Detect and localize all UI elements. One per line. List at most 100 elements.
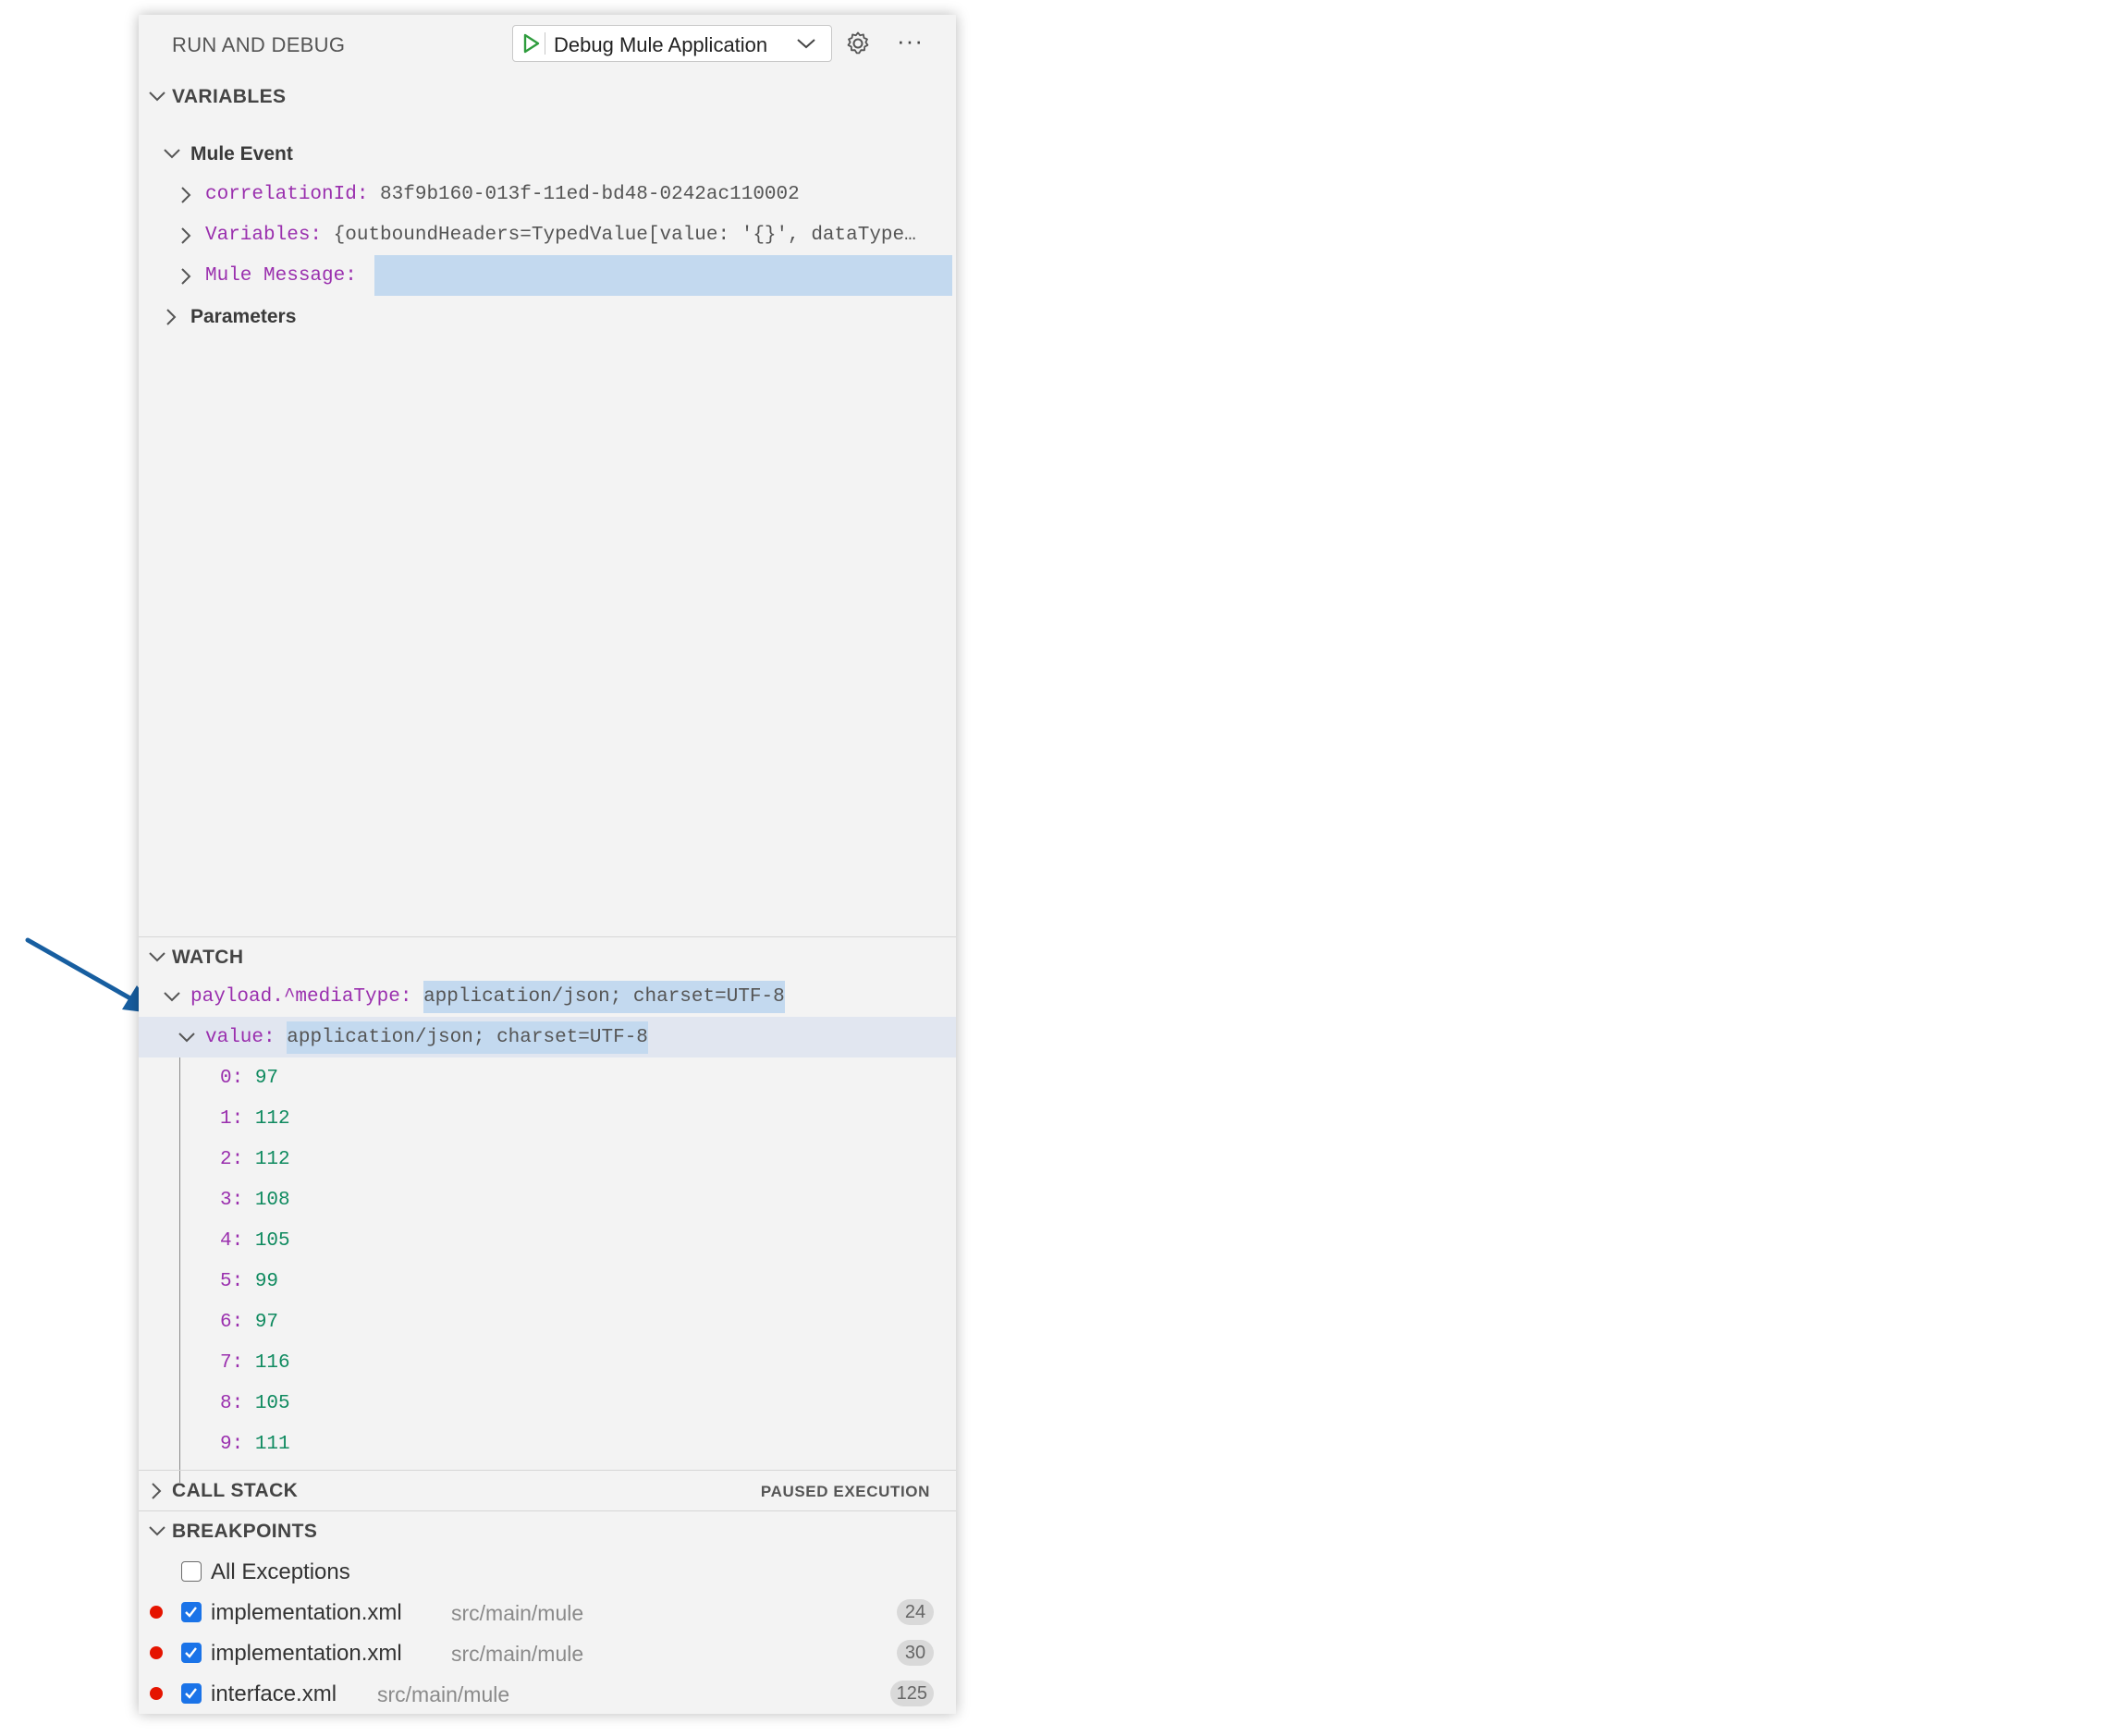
chevron-right-icon: [178, 267, 194, 290]
item-key: 7:: [220, 1352, 244, 1374]
section-divider: [139, 1470, 956, 1471]
chevron-down-icon: [148, 88, 166, 109]
tree-item-mule-event[interactable]: Mule Event: [139, 133, 956, 174]
item-value: 99: [254, 1271, 279, 1292]
item-value: 108: [254, 1190, 290, 1211]
mule-event-label: Mule Event: [190, 143, 293, 165]
watch-section-label: WATCH: [172, 947, 244, 968]
chevron-right-icon: [178, 226, 194, 250]
watch-value-node[interactable]: value: application/json; charset=UTF-8: [139, 1017, 956, 1057]
breakpoint-checkbox[interactable]: [181, 1643, 202, 1663]
breakpoint-line-badge: 125: [889, 1681, 934, 1706]
list-item[interactable]: 9: 111: [139, 1424, 956, 1464]
more-icon[interactable]: ···: [897, 29, 924, 53]
item-value: 116: [254, 1352, 290, 1374]
item-key: 3:: [220, 1190, 244, 1211]
breakpoint-dot-icon: [150, 1606, 163, 1619]
gear-icon[interactable]: [845, 31, 871, 61]
breakpoint-dot-icon: [150, 1646, 163, 1659]
list-item[interactable]: 8: 105: [139, 1383, 956, 1424]
item-value: 111: [254, 1434, 290, 1455]
breakpoint-item[interactable]: interface.xml src/main/mule 125: [139, 1673, 956, 1714]
chevron-right-icon: [178, 186, 194, 209]
list-item[interactable]: 2: 112: [139, 1139, 956, 1180]
breakpoint-item[interactable]: implementation.xml src/main/mule 30: [139, 1632, 956, 1673]
breakpoint-file: interface.xml: [211, 1681, 337, 1706]
breakpoint-checkbox[interactable]: [181, 1602, 202, 1622]
all-exceptions-checkbox[interactable]: [181, 1561, 202, 1582]
chevron-down-icon: [148, 1522, 166, 1544]
item-value: 112: [254, 1108, 290, 1130]
all-exceptions-item[interactable]: All Exceptions: [139, 1551, 956, 1592]
watch-value-value: application/json; charset=UTF-8: [287, 1021, 648, 1054]
item-value: 97: [254, 1312, 279, 1333]
chevron-down-icon: [178, 1029, 196, 1050]
chevron-down-icon[interactable]: [796, 35, 816, 56]
variable-key: correlationId:: [205, 184, 369, 205]
item-key: 6:: [220, 1312, 244, 1333]
tree-item-variables[interactable]: Variables: {outboundHeaders=TypedValue[v…: [139, 214, 956, 255]
play-icon[interactable]: [521, 32, 545, 55]
variables-section-label: VARIABLES: [172, 86, 287, 107]
list-item[interactable]: 1: 112: [139, 1098, 956, 1139]
panel-header: RUN AND DEBUG Debug Mule Application ···: [139, 15, 956, 72]
list-item[interactable]: 4: 105: [139, 1220, 956, 1261]
launch-config-dropdown[interactable]: Debug Mule Application: [512, 25, 832, 62]
chevron-right-icon: [163, 308, 179, 331]
breakpoint-path: src/main/mule: [451, 1642, 584, 1666]
launch-config-label: Debug Mule Application: [554, 33, 768, 56]
breakpoint-line-badge: 30: [897, 1640, 934, 1666]
tree-item-mule-message[interactable]: Mule Message:: [139, 255, 956, 296]
variable-value: 83f9b160-013f-11ed-bd48-0242ac110002: [380, 184, 800, 205]
item-key: 8:: [220, 1393, 244, 1414]
watch-value-key: value:: [205, 1027, 276, 1048]
watch-expression[interactable]: payload.^mediaType: application/json; ch…: [139, 976, 956, 1017]
value-highlight: [374, 255, 952, 296]
list-item[interactable]: 7: 116: [139, 1342, 956, 1383]
item-key: 4:: [220, 1230, 244, 1252]
item-key: 2:: [220, 1149, 244, 1170]
item-key: 1:: [220, 1108, 244, 1130]
list-item[interactable]: 3: 108: [139, 1180, 956, 1220]
item-value: 105: [254, 1230, 290, 1252]
list-item[interactable]: 5: 99: [139, 1261, 956, 1302]
breakpoint-file: implementation.xml: [211, 1641, 402, 1666]
breakpoint-file: implementation.xml: [211, 1600, 402, 1625]
run-and-debug-panel: RUN AND DEBUG Debug Mule Application ···…: [139, 15, 956, 1714]
breakpoint-path: src/main/mule: [377, 1682, 510, 1706]
breakpoints-section-header[interactable]: BREAKPOINTS: [139, 1512, 956, 1549]
item-value: 105: [254, 1393, 290, 1414]
breakpoint-dot-icon: [150, 1687, 163, 1700]
watch-expression-value: application/json; charset=UTF-8: [423, 981, 785, 1013]
tree-item-correlation-id[interactable]: correlationId: 83f9b160-013f-11ed-bd48-0…: [139, 174, 956, 214]
section-divider: [139, 1510, 956, 1511]
panel-title: RUN AND DEBUG: [172, 33, 346, 56]
item-key: 0:: [220, 1068, 244, 1089]
tree-item-parameters[interactable]: Parameters: [139, 296, 956, 336]
parameters-label: Parameters: [190, 306, 297, 327]
chevron-right-icon: [148, 1482, 165, 1505]
variable-value: {outboundHeaders=TypedValue[value: '{}',…: [333, 225, 916, 246]
section-divider: [139, 936, 956, 937]
call-stack-section-header[interactable]: CALL STACK PAUSED EXECUTION: [139, 1472, 956, 1509]
breakpoint-path: src/main/mule: [451, 1601, 584, 1625]
variables-section-header[interactable]: VARIABLES: [139, 78, 956, 115]
breakpoint-item[interactable]: implementation.xml src/main/mule 24: [139, 1592, 956, 1632]
paused-status: PAUSED EXECUTION: [760, 1483, 930, 1500]
chevron-down-icon: [163, 988, 181, 1009]
list-item[interactable]: 6: 97: [139, 1302, 956, 1342]
item-value: 112: [254, 1149, 290, 1170]
breakpoint-checkbox[interactable]: [181, 1683, 202, 1704]
chevron-down-icon: [148, 948, 166, 970]
breakpoints-section-label: BREAKPOINTS: [172, 1521, 318, 1542]
variable-key: Variables:: [205, 225, 323, 246]
item-key: 5:: [220, 1271, 244, 1292]
all-exceptions-label: All Exceptions: [211, 1559, 350, 1584]
call-stack-section-label: CALL STACK: [172, 1480, 299, 1501]
list-item[interactable]: 0: 97: [139, 1057, 956, 1098]
variable-key: Mule Message:: [205, 265, 357, 287]
watch-section-header[interactable]: WATCH: [139, 938, 956, 975]
watch-expression-key: payload.^mediaType:: [190, 986, 412, 1008]
chevron-down-icon: [163, 145, 181, 166]
item-value: 97: [254, 1068, 279, 1089]
